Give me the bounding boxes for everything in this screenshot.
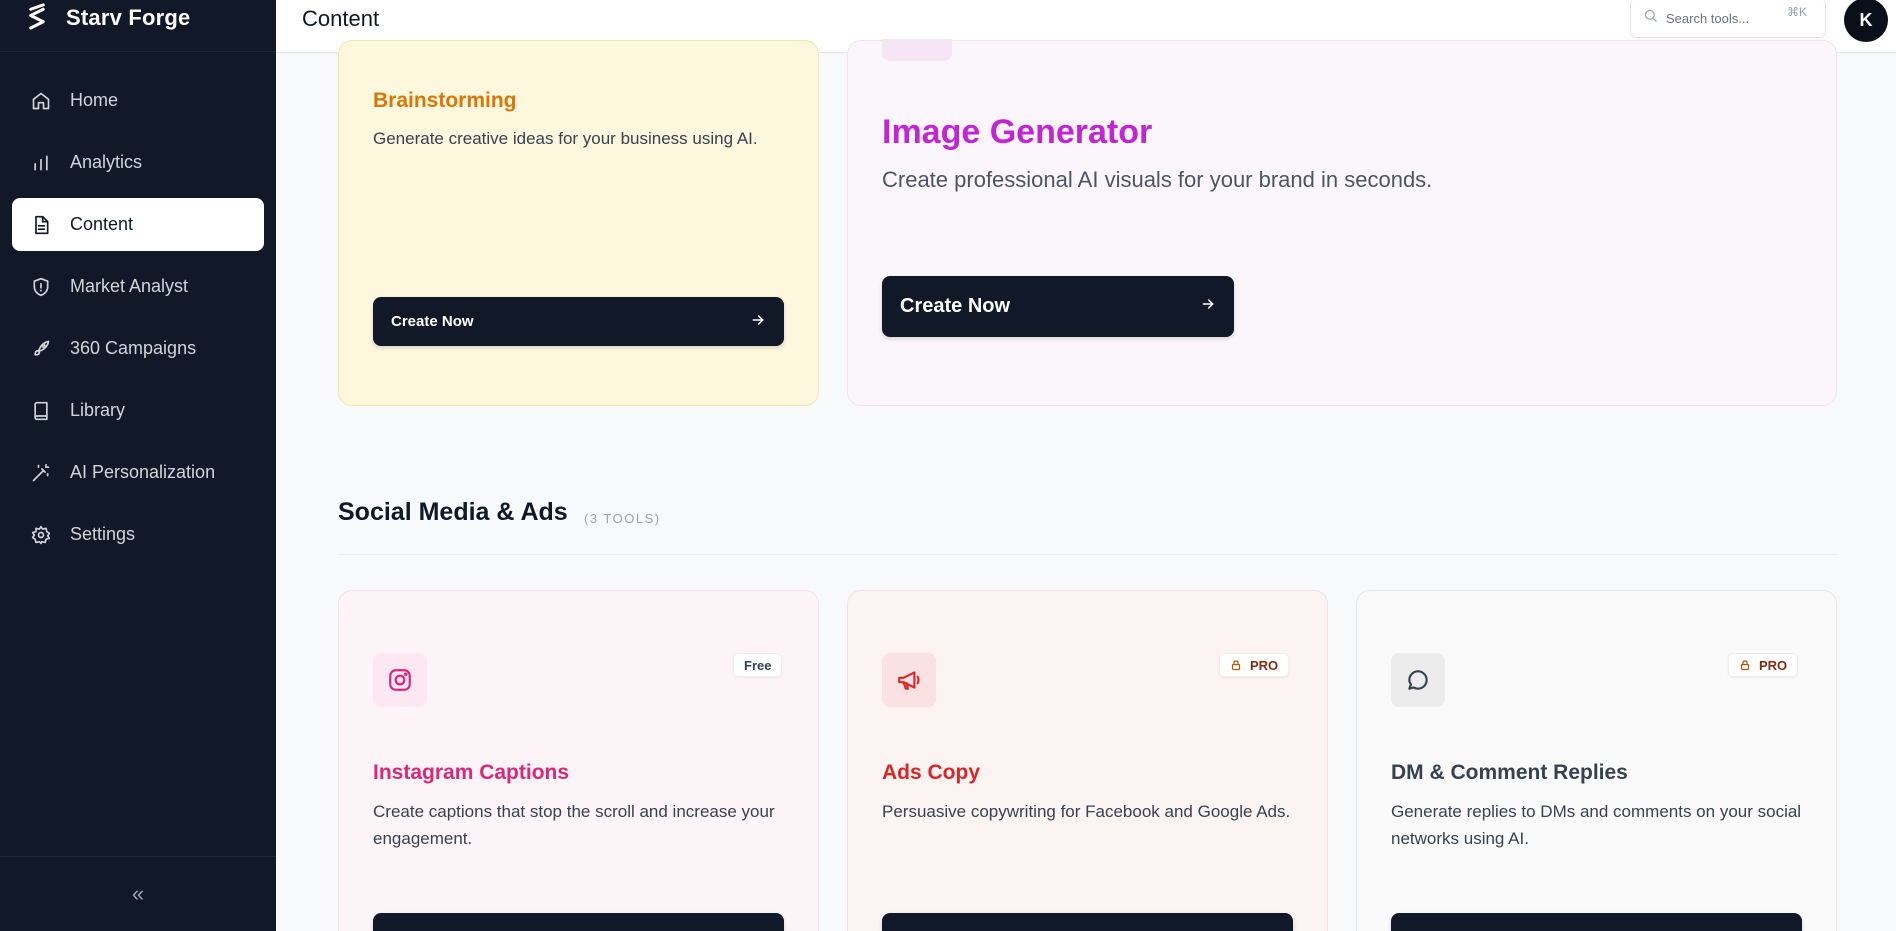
bar-chart-icon: [30, 152, 52, 174]
brainstorming-create-button[interactable]: Create Now: [373, 297, 784, 346]
search-shortcut: ⌘K: [1786, 5, 1807, 19]
dm-comment-replies-card[interactable]: PRO DM & Comment Replies Generate replie…: [1356, 590, 1837, 931]
card-description: Persuasive copywriting for Facebook and …: [882, 802, 1291, 821]
ads-copy-card[interactable]: PRO Ads Copy Persuasive copywriting for …: [847, 590, 1328, 931]
gear-icon: [30, 524, 52, 546]
card-description: Create captions that stop the scroll and…: [373, 802, 775, 848]
sidebar: Starv Forge Home Analytics Content Marke…: [0, 0, 276, 931]
sidebar-item-ai-personalization[interactable]: AI Personalization: [12, 446, 264, 499]
book-icon: [30, 400, 52, 422]
arrow-right-icon: [750, 312, 766, 332]
search-icon: [1643, 8, 1658, 28]
sidebar-footer: «: [0, 856, 276, 931]
badge-label: PRO: [1759, 657, 1788, 673]
sidebar-item-label: Content: [70, 214, 134, 234]
home-icon: [30, 90, 52, 112]
sidebar-item-library[interactable]: Library: [12, 384, 264, 437]
sidebar-item-market-analyst[interactable]: Market Analyst: [12, 260, 264, 313]
badge-label: PRO: [1250, 657, 1279, 673]
search-box[interactable]: ⌘K: [1630, 0, 1826, 38]
document-icon: [30, 214, 52, 236]
sidebar-item-label: Analytics: [70, 152, 143, 172]
card-title: DM & Comment Replies: [1391, 761, 1628, 784]
megaphone-icon: [882, 653, 936, 707]
card-title: Image Generator: [882, 113, 1153, 151]
rocket-icon: [30, 338, 52, 360]
image-generator-card: Image Generator Create professional AI v…: [847, 39, 1837, 406]
section-tool-count: (3 TOOLS): [584, 511, 661, 526]
chat-bubble-icon: [1391, 653, 1445, 707]
sidebar-item-label: 360 Campaigns: [70, 338, 197, 358]
sidebar-item-analytics[interactable]: Analytics: [12, 136, 264, 189]
collapse-sidebar-icon[interactable]: «: [132, 881, 144, 907]
avatar[interactable]: K: [1844, 0, 1888, 42]
sidebar-item-content[interactable]: Content: [12, 198, 264, 251]
dm-replies-create-button[interactable]: [1391, 913, 1802, 931]
sidebar-item-label: AI Personalization: [70, 462, 216, 482]
sidebar-item-360-campaigns[interactable]: 360 Campaigns: [12, 322, 264, 375]
button-label: Create Now: [391, 313, 474, 330]
instagram-captions-card[interactable]: Free Instagram Captions Create captions …: [338, 590, 819, 931]
brand-logo-icon: [29, 2, 45, 29]
pro-badge: PRO: [1219, 653, 1290, 677]
page-title: Content: [302, 6, 380, 31]
brand-name: Starv Forge: [66, 4, 191, 30]
card-title: Instagram Captions: [373, 761, 570, 784]
card-description: Create professional AI visuals for your …: [882, 167, 1433, 192]
arrow-right-icon: [1200, 295, 1216, 318]
card-description: Generate creative ideas for your busines…: [373, 129, 758, 148]
sidebar-item-label: Library: [70, 400, 126, 420]
lock-icon: [1739, 659, 1751, 671]
card-title: Brainstorming: [373, 89, 517, 112]
search-input[interactable]: [1666, 10, 1784, 26]
shield-icon: [30, 276, 52, 298]
ads-copy-create-button[interactable]: [882, 913, 1293, 931]
sidebar-item-label: Market Analyst: [70, 276, 189, 296]
lock-icon: [1230, 659, 1242, 671]
sidebar-item-settings[interactable]: Settings: [12, 508, 264, 561]
card-description: Generate replies to DMs and comments on …: [1391, 802, 1802, 848]
brainstorming-card: Brainstorming Generate creative ideas fo…: [338, 40, 819, 406]
sidebar-item-label: Home: [70, 90, 119, 110]
button-label: Create Now: [900, 295, 1011, 317]
sidebar-nav: Home Analytics Content Market Analyst 36…: [0, 74, 276, 561]
sidebar-item-home[interactable]: Home: [12, 74, 264, 127]
card-icon-chip: [882, 39, 952, 61]
instagram-icon: [373, 653, 427, 707]
section-divider: [338, 554, 1838, 555]
section-title: Social Media & Ads: [338, 498, 568, 526]
image-generator-create-button[interactable]: Create Now: [882, 276, 1234, 337]
free-badge: Free: [733, 653, 783, 677]
card-title: Ads Copy: [882, 761, 981, 784]
instagram-create-button[interactable]: [373, 913, 784, 931]
sidebar-item-label: Settings: [70, 524, 136, 544]
magic-wand-icon: [30, 462, 52, 484]
brand[interactable]: Starv Forge: [0, 0, 276, 52]
pro-badge: PRO: [1728, 653, 1799, 677]
